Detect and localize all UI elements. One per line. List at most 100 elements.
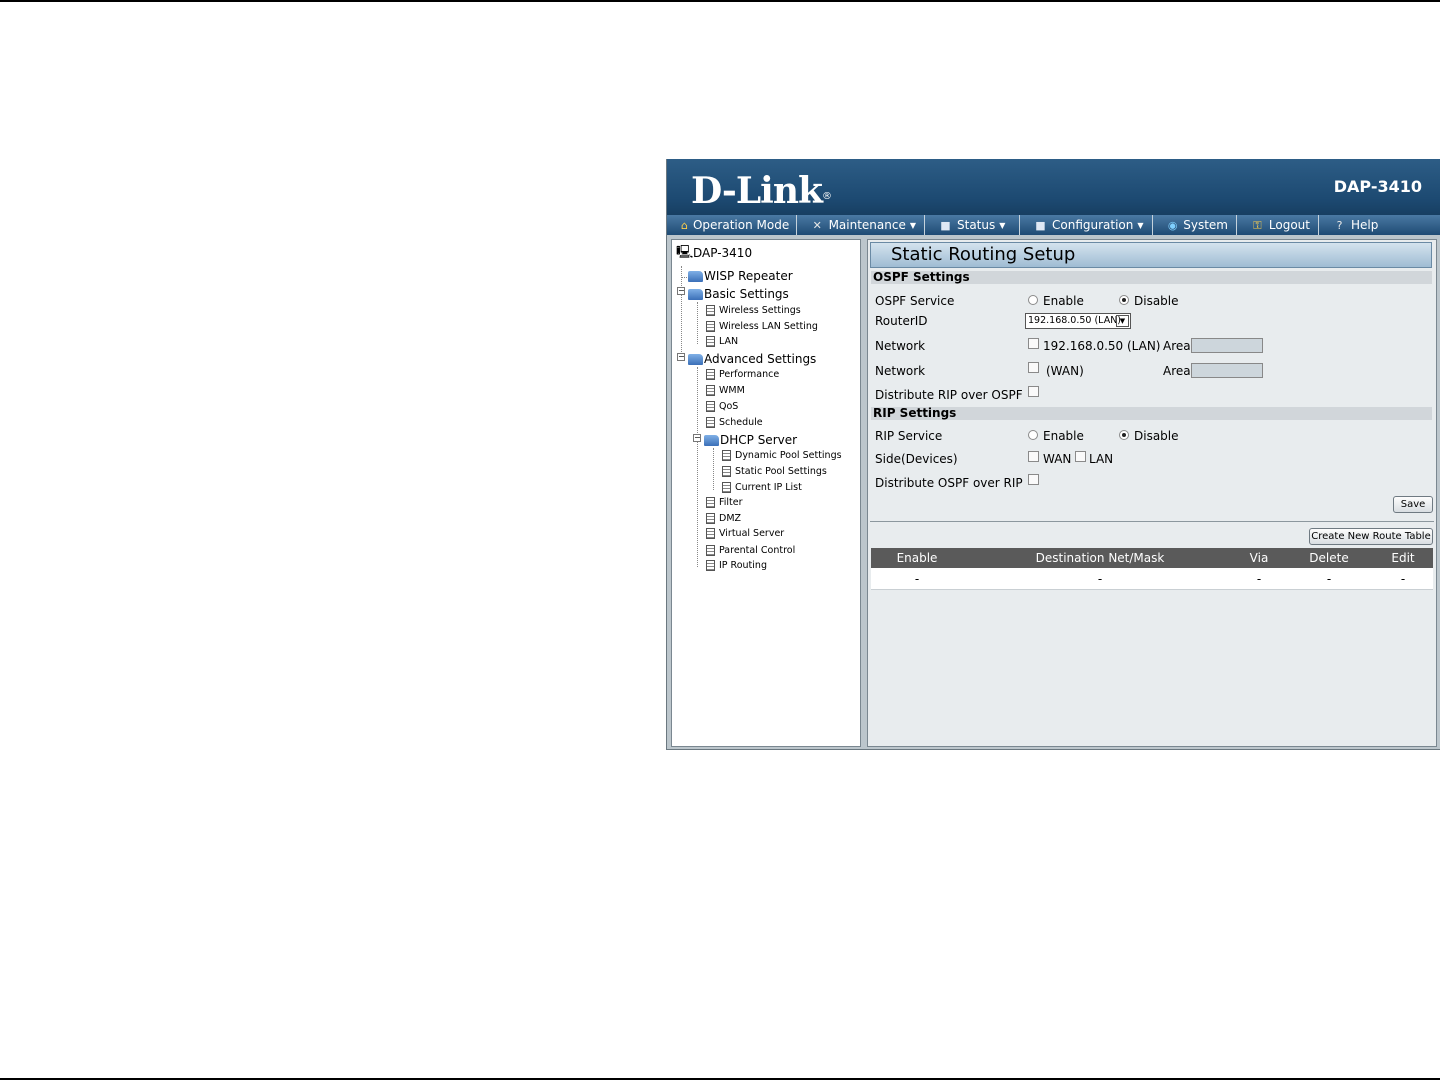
tree-dhcp-server[interactable]: DHCP Server	[704, 433, 797, 447]
distribute-rip-over-ospf-label: Distribute RIP over OSPF	[875, 388, 1023, 402]
tree-line	[713, 448, 714, 490]
side-wan-checkbox[interactable]	[1028, 451, 1039, 462]
document-icon	[706, 497, 715, 508]
collapse-toggle[interactable]: −	[693, 434, 701, 442]
tree-root-device[interactable]: 🖳 DAP-3410	[676, 245, 752, 261]
routerid-select[interactable]: 192.168.0.50 (LAN) ▼	[1025, 313, 1131, 329]
document-icon	[706, 528, 715, 539]
tree-virtual-server[interactable]: Virtual Server	[706, 528, 784, 539]
area-wan-label: Area	[1163, 364, 1191, 378]
side-lan-label: LAN	[1089, 452, 1114, 466]
tree-dynamic-pool-settings[interactable]: Dynamic Pool Settings	[722, 450, 842, 461]
document-icon	[706, 417, 715, 428]
navigation-tree: 🖳 DAP-3410 WISP Repeater − Basic Settings…	[671, 239, 861, 747]
col-via: Via	[1249, 551, 1269, 565]
document-icon	[722, 466, 731, 477]
routerid-label: RouterID	[875, 314, 928, 328]
tree-lan[interactable]: LAN	[706, 336, 738, 347]
banner: D-Link® DAP-3410	[667, 159, 1440, 215]
menu-logout[interactable]: ⚿ Logout	[1237, 215, 1319, 235]
collapse-toggle[interactable]: −	[677, 353, 685, 361]
cell-edit: -	[1400, 572, 1406, 586]
disk-icon: ■	[1035, 218, 1046, 232]
document-icon	[706, 545, 715, 556]
table-row: - - - - -	[871, 568, 1433, 590]
distribute-rip-over-ospf-checkbox[interactable]	[1028, 386, 1039, 397]
col-edit: Edit	[1391, 551, 1415, 565]
folder-icon	[688, 353, 703, 365]
collapse-toggle[interactable]: −	[677, 287, 685, 295]
tree-current-ip-list[interactable]: Current IP List	[722, 482, 802, 493]
area-lan-input[interactable]	[1191, 338, 1263, 353]
tree-line	[697, 302, 698, 344]
side-lan-checkbox[interactable]	[1075, 451, 1086, 462]
chevron-down-icon: ▼	[909, 220, 916, 230]
network-wan-checkbox[interactable]	[1028, 362, 1039, 373]
menu-operation-mode[interactable]: ⌂ Operation Mode	[667, 215, 797, 235]
tools-icon: ✕	[812, 218, 822, 232]
tree-performance[interactable]: Performance	[706, 369, 779, 380]
tree-advanced-settings[interactable]: Advanced Settings	[688, 352, 816, 366]
tree-line	[681, 266, 682, 358]
tree-dmz[interactable]: DMZ	[706, 513, 741, 524]
menu-configuration[interactable]: ■ Configuration ▼	[1020, 215, 1153, 235]
ospf-disable-radio[interactable]	[1119, 295, 1129, 305]
chevron-down-icon: ▼	[1116, 315, 1129, 327]
distribute-ospf-over-rip-checkbox[interactable]	[1028, 474, 1039, 485]
cell-delete: -	[1326, 572, 1332, 586]
menu-system[interactable]: ◉ System	[1153, 215, 1237, 235]
ospf-enable-label: Enable	[1043, 294, 1084, 308]
tree-parental-control[interactable]: Parental Control	[706, 545, 795, 556]
document-icon	[706, 321, 715, 332]
menu-help[interactable]: ? Help	[1319, 215, 1389, 235]
cell-via: -	[1256, 572, 1262, 586]
rip-enable-label: Enable	[1043, 429, 1084, 443]
ospf-section-header: OSPF Settings	[871, 271, 1432, 284]
rip-disable-radio[interactable]	[1119, 430, 1129, 440]
document-icon	[706, 401, 715, 412]
tree-static-pool-settings[interactable]: Static Pool Settings	[722, 466, 827, 477]
document-icon	[706, 369, 715, 380]
ospf-enable-radio[interactable]	[1028, 295, 1038, 305]
tree-qos[interactable]: QoS	[706, 401, 738, 412]
col-destination: Destination Net/Mask	[1035, 551, 1165, 565]
rip-enable-radio[interactable]	[1028, 430, 1038, 440]
tree-wireless-lan-setting[interactable]: Wireless LAN Setting	[706, 321, 818, 332]
main-menu: ⌂ Operation Mode ✕ Maintenance ▼ ■ Status ▼ ■…	[667, 215, 1440, 235]
col-delete: Delete	[1309, 551, 1349, 565]
rip-disable-label: Disable	[1134, 429, 1179, 443]
home-icon: ⌂	[681, 218, 688, 232]
network-lan-label: Network	[875, 339, 926, 353]
globe-icon: ◉	[1167, 218, 1178, 232]
tree-filter[interactable]: Filter	[706, 497, 743, 508]
tree-wireless-settings[interactable]: Wireless Settings	[706, 305, 801, 316]
divider	[870, 521, 1434, 522]
key-icon: ⚿	[1253, 218, 1262, 232]
menu-status[interactable]: ■ Status ▼	[925, 215, 1020, 235]
document-icon	[706, 513, 715, 524]
tree-basic-settings[interactable]: Basic Settings	[688, 287, 789, 301]
network-lan-checkbox[interactable]	[1028, 338, 1039, 349]
area-wan-input[interactable]	[1191, 363, 1263, 378]
tree-schedule[interactable]: Schedule	[706, 417, 763, 428]
create-new-route-table-button[interactable]: Create New Route Table	[1309, 528, 1433, 545]
help-icon: ?	[1336, 218, 1343, 232]
rip-service-label: RIP Service	[875, 429, 943, 443]
router-admin-window: D-Link® DAP-3410 ⌂ Operation Mode ✕ Mainte…	[666, 159, 1440, 750]
route-table-header: Enable Destination Net/Mask Via Delete E…	[871, 548, 1433, 568]
tree-wmm[interactable]: WMM	[706, 385, 745, 396]
document-icon	[722, 482, 731, 493]
area-lan-label: Area	[1163, 339, 1191, 353]
ospf-disable-label: Disable	[1134, 294, 1179, 308]
model-name: DAP-3410	[1333, 177, 1422, 196]
page-title: Static Routing Setup	[870, 242, 1432, 268]
menu-maintenance[interactable]: ✕ Maintenance ▼	[797, 215, 925, 235]
document-icon	[706, 336, 715, 347]
chevron-down-icon: ▼	[1137, 220, 1144, 230]
tree-wisp-repeater[interactable]: WISP Repeater	[688, 269, 793, 283]
tree-ip-routing[interactable]: IP Routing	[706, 560, 767, 571]
save-button[interactable]: Save	[1393, 496, 1433, 513]
network-wan-label: Network	[875, 364, 926, 378]
document-icon	[706, 305, 715, 316]
bottom-rule	[0, 1078, 1440, 1080]
